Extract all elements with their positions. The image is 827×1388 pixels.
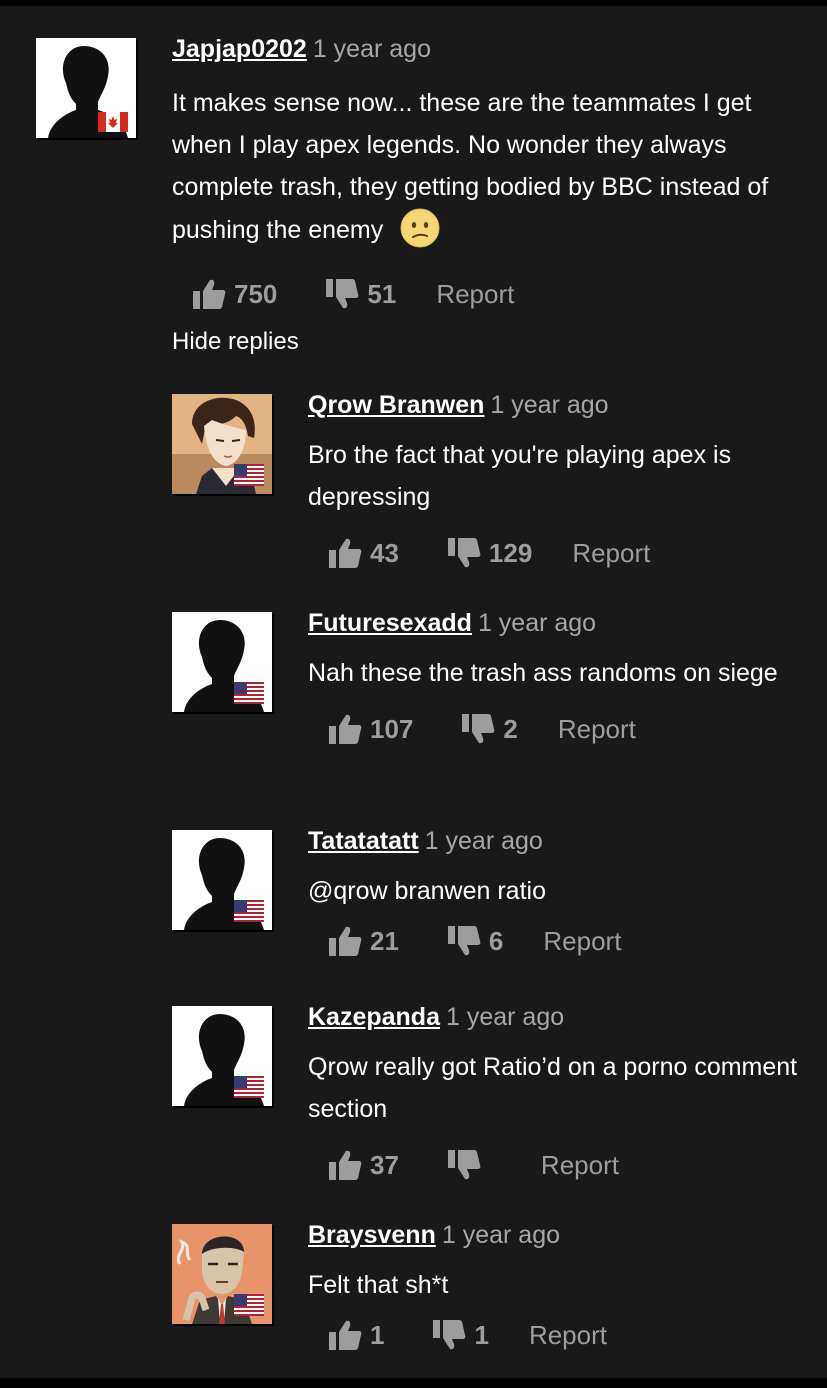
dislike-count: 6: [488, 925, 504, 956]
reply-meta: Futuresexadd 1 year ago: [308, 608, 798, 638]
reply-actions: 43 129 Report: [308, 536, 798, 570]
reply-actions: 37 Report: [308, 1148, 798, 1182]
bottom-bar: [0, 1378, 827, 1388]
reply-content: Futuresexadd 1 year ago Nah these the tra…: [308, 608, 798, 746]
timestamp: 1 year ago: [445, 1003, 565, 1031]
us-flag-icon: [234, 900, 264, 922]
thumbs-down-icon: [462, 714, 495, 744]
thumbs-up-icon: [329, 714, 362, 744]
reply-meta: Qrow Branwen 1 year ago: [308, 390, 798, 420]
report-button[interactable]: Report: [436, 279, 514, 310]
avatar[interactable]: [172, 1006, 272, 1106]
us-flag-icon: [234, 464, 264, 486]
comment-content: Japjap0202 1 year ago It makes sense now.…: [172, 34, 792, 311]
thumbs-up-icon: [329, 1150, 362, 1180]
reply-actions: 1 1 Report: [308, 1318, 798, 1352]
reply-text: Felt that sh*t: [308, 1271, 449, 1299]
reply-content: Qrow Branwen 1 year ago Bro the fact that…: [308, 390, 798, 570]
reply-text: @qrow branwen ratio: [308, 877, 546, 905]
username-link[interactable]: Braysvenn: [308, 1221, 436, 1249]
username-link[interactable]: Futuresexadd: [308, 609, 472, 637]
like-button[interactable]: 43: [328, 537, 399, 569]
reply-content: Tatatatatt 1 year ago @qrow branwen ratio…: [308, 826, 798, 958]
like-button[interactable]: 107: [328, 713, 413, 745]
like-count: 43: [370, 537, 399, 568]
dislike-button[interactable]: 6: [447, 925, 503, 957]
thumbs-down-icon: [433, 1320, 466, 1350]
reply-actions: 107 2 Report: [308, 712, 798, 746]
reply-content: Braysvenn 1 year ago Felt that sh*t 1 1 R…: [308, 1220, 798, 1352]
reply-meta: Tatatatatt 1 year ago: [308, 826, 798, 856]
avatar[interactable]: [36, 38, 136, 138]
reply-text: Nah these the trash ass randoms on siege: [308, 659, 778, 687]
like-button[interactable]: 21: [328, 925, 399, 957]
report-button[interactable]: Report: [529, 1320, 607, 1351]
timestamp: 1 year ago: [441, 1221, 560, 1249]
like-button[interactable]: 1: [328, 1319, 384, 1351]
dislike-button[interactable]: 129: [447, 537, 532, 569]
username-link[interactable]: Qrow Branwen: [308, 391, 484, 419]
confused-face-emoji-icon: [400, 208, 440, 261]
dislike-button[interactable]: 2: [461, 713, 518, 745]
reply-meta: Kazepanda 1 year ago: [308, 1002, 798, 1032]
like-button[interactable]: 37: [328, 1149, 399, 1181]
reply-actions: 21 6 Report: [308, 924, 798, 958]
dislike-count: 2: [503, 713, 518, 744]
dislike-count: 51: [367, 278, 397, 309]
comment-actions: 750 51 Report: [172, 277, 792, 311]
top-bar: [0, 0, 827, 6]
dislike-button[interactable]: [447, 1149, 489, 1181]
comment-body: It makes sense now... these are the team…: [172, 89, 769, 244]
like-count: 107: [370, 713, 414, 744]
reply-meta: Braysvenn 1 year ago: [308, 1220, 798, 1250]
thumbs-down-icon: [326, 279, 359, 309]
report-button[interactable]: Report: [541, 1150, 619, 1181]
thumbs-down-icon: [447, 1150, 481, 1180]
timestamp: 1 year ago: [312, 35, 431, 63]
dislike-button[interactable]: 51: [325, 278, 396, 310]
thumbs-down-icon: [447, 538, 481, 568]
thumbs-up-icon: [193, 279, 226, 309]
like-count: 750: [234, 278, 278, 309]
like-count: 21: [370, 925, 399, 956]
username-link[interactable]: Japjap0202: [172, 35, 307, 63]
report-button[interactable]: Report: [543, 926, 621, 957]
hide-replies-button[interactable]: Hide replies: [172, 328, 299, 356]
dislike-count: 1: [474, 1319, 489, 1350]
thumbs-up-icon: [329, 926, 362, 956]
username-link[interactable]: Tatatatatt: [308, 827, 419, 855]
report-button[interactable]: Report: [572, 538, 650, 569]
reply-text: Bro the fact that you're playing apex is…: [308, 441, 732, 511]
reply-content: Kazepanda 1 year ago Qrow really got Rati…: [308, 1002, 798, 1182]
like-button[interactable]: 750: [192, 278, 277, 310]
thumbs-up-icon: [329, 538, 362, 568]
us-flag-icon: [234, 682, 264, 704]
canada-flag-icon: [98, 112, 128, 132]
timestamp: 1 year ago: [490, 391, 609, 419]
like-count: 37: [370, 1149, 399, 1180]
avatar[interactable]: [172, 830, 272, 930]
reply-text: Qrow really got Ratio’d on a porno comme…: [308, 1053, 798, 1123]
thumbs-down-icon: [447, 926, 481, 956]
timestamp: 1 year ago: [477, 609, 597, 637]
avatar[interactable]: [172, 394, 272, 494]
report-button[interactable]: Report: [558, 714, 636, 745]
us-flag-icon: [234, 1294, 264, 1316]
like-count: 1: [370, 1319, 385, 1350]
username-link[interactable]: Kazepanda: [308, 1003, 440, 1031]
dislike-count: 129: [488, 537, 533, 568]
comment-meta: Japjap0202 1 year ago: [172, 34, 792, 64]
comment-text: It makes sense now... these are the team…: [172, 82, 792, 261]
us-flag-icon: [234, 1076, 264, 1098]
timestamp: 1 year ago: [424, 827, 543, 855]
avatar[interactable]: [172, 612, 272, 712]
avatar[interactable]: [172, 1224, 272, 1324]
dislike-button[interactable]: 1: [432, 1319, 489, 1351]
thumbs-up-icon: [329, 1320, 362, 1350]
